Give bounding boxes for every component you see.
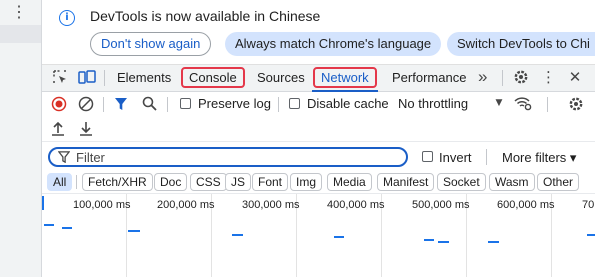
always-match-language-button[interactable]: Always match Chrome's language: [225, 32, 442, 56]
throttling-select[interactable]: No throttling: [398, 96, 468, 111]
more-filters-dropdown[interactable]: More filters ▾: [502, 150, 576, 166]
tab-divider: [104, 70, 105, 86]
timeline-label: 300,000 ms: [242, 199, 300, 211]
type-chip-media[interactable]: Media: [327, 173, 372, 191]
timeline-selection-handle[interactable]: [42, 196, 44, 210]
request-bar: [62, 227, 72, 229]
type-chip-other[interactable]: Other: [537, 173, 580, 191]
timeline-label: 500,000 ms: [412, 199, 470, 211]
type-chip-img[interactable]: Img: [290, 173, 323, 191]
request-bar: [44, 224, 54, 226]
request-bar: [232, 234, 243, 236]
tab-network[interactable]: Network: [313, 67, 377, 88]
timeline-label: 400,000 ms: [327, 199, 385, 211]
menu-kebab-icon[interactable]: ⋮: [11, 4, 27, 22]
import-icon[interactable]: [51, 121, 65, 136]
network-overview-timeline[interactable]: 100,000 ms 200,000 ms 300,000 ms 400,000…: [42, 194, 595, 277]
preserve-log-label: Preserve log: [198, 96, 271, 111]
tab-console[interactable]: Console: [181, 67, 245, 88]
type-chip-font[interactable]: Font: [252, 173, 289, 191]
type-chip-wasm[interactable]: Wasm: [489, 173, 535, 191]
language-infobar: i DevTools is now available in Chinese D…: [42, 0, 595, 64]
type-chip-all[interactable]: All: [47, 173, 73, 191]
type-chip-js[interactable]: JS: [225, 173, 252, 191]
record-icon[interactable]: [51, 96, 67, 112]
infobar-message: DevTools is now available in Chinese: [90, 8, 321, 24]
disable-cache-label: Disable cache: [307, 96, 389, 111]
clear-icon[interactable]: [78, 96, 94, 112]
network-toolbar-secondary: [42, 117, 595, 142]
request-bar: [128, 230, 140, 232]
network-conditions-icon[interactable]: [514, 95, 532, 111]
tab-sources[interactable]: Sources: [257, 70, 305, 85]
request-bar: [334, 236, 344, 238]
filter-input-box[interactable]: [48, 147, 408, 167]
close-icon[interactable]: ✕: [568, 68, 582, 86]
search-icon[interactable]: [142, 96, 157, 111]
type-chip-doc[interactable]: Doc: [154, 173, 188, 191]
timeline-label: 200,000 ms: [157, 199, 215, 211]
request-bar: [424, 239, 434, 241]
switch-devtools-language-button[interactable]: Switch DevTools to Chi: [447, 32, 595, 56]
chevron-down-icon[interactable]: ▼: [494, 97, 504, 109]
devtools-tab-bar: Elements Console Sources Network Perform…: [42, 64, 595, 92]
toolbar-divider: [167, 97, 168, 112]
type-chip-manifest[interactable]: Manifest: [377, 173, 435, 191]
tab-divider: [502, 70, 503, 86]
export-icon[interactable]: [79, 121, 93, 136]
request-bar: [587, 234, 595, 236]
network-settings-icon[interactable]: [568, 96, 584, 112]
timeline-label: 70: [582, 199, 595, 211]
timeline-label: 100,000 ms: [73, 199, 131, 211]
inspect-icon[interactable]: [52, 69, 68, 85]
type-chip-socket[interactable]: Socket: [437, 173, 486, 191]
toolbar-divider: [547, 97, 548, 112]
tab-performance[interactable]: Performance: [392, 70, 466, 85]
invert-label: Invert: [439, 150, 472, 165]
filter-row: Invert More filters ▾: [42, 144, 595, 170]
settings-icon[interactable]: [513, 69, 529, 85]
disable-cache-checkbox[interactable]: [289, 98, 300, 109]
dont-show-again-button[interactable]: Don't show again: [90, 32, 212, 56]
filter-divider: [486, 149, 487, 165]
chip-divider: [76, 175, 77, 189]
preserve-log-checkbox[interactable]: [180, 98, 191, 109]
network-toolbar: Preserve log Disable cache No throttling…: [42, 92, 595, 118]
info-icon: i: [59, 10, 75, 26]
more-options-icon[interactable]: ⋮: [541, 68, 556, 86]
left-side-strip: ⋮: [0, 0, 42, 277]
type-chip-fetch-xhr[interactable]: Fetch/XHR: [82, 173, 153, 191]
toolbar-divider: [278, 97, 279, 112]
sidebar-row-highlight: [0, 25, 41, 43]
filter-input[interactable]: [76, 150, 376, 165]
timeline-label: 600,000 ms: [497, 199, 555, 211]
tab-elements[interactable]: Elements: [117, 70, 171, 85]
request-bar: [438, 241, 449, 243]
more-tabs-icon[interactable]: »: [478, 67, 487, 87]
devtools-panel: i DevTools is now available in Chinese D…: [42, 0, 595, 277]
filter-funnel-icon: [57, 151, 71, 164]
toolbar-divider: [103, 97, 104, 112]
type-chip-css[interactable]: CSS: [190, 173, 227, 191]
invert-checkbox[interactable]: [422, 151, 433, 162]
filter-icon[interactable]: [114, 97, 128, 111]
device-toolbar-icon[interactable]: [78, 69, 96, 85]
resource-type-filter-row: All Fetch/XHR Doc CSS JS Font Img Media …: [42, 171, 595, 194]
request-bar: [488, 241, 499, 243]
